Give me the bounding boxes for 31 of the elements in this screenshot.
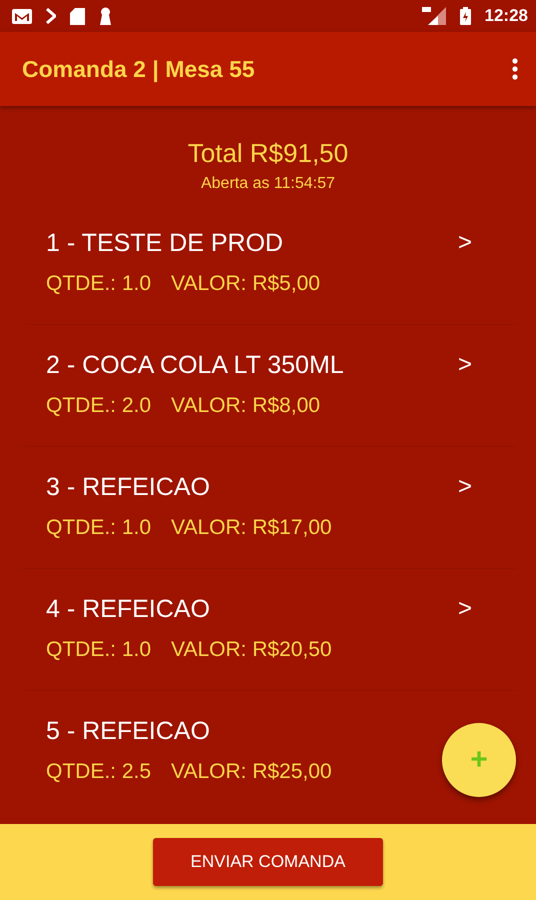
chevron[interactable]: >	[450, 229, 480, 324]
item-quantity: QTDE.: 1.0	[46, 638, 152, 662]
item-title: 5 - REFEICAO	[46, 717, 211, 746]
chevron[interactable]: >	[450, 595, 480, 690]
status-time: 12:28	[484, 6, 528, 26]
chevron[interactable]: >	[450, 351, 480, 446]
item-quantity: QTDE.: 1.0	[46, 272, 152, 296]
send-order-button[interactable]: ENVIAR COMANDA	[153, 838, 383, 886]
mail-icon	[12, 8, 32, 24]
chevron-icon	[46, 8, 56, 24]
item-quantity: QTDE.: 2.5	[46, 760, 152, 784]
order-total: Total R$91,50	[188, 138, 348, 169]
item-quantity: QTDE.: 2.0	[46, 394, 152, 418]
keyhole-icon	[99, 7, 112, 25]
item-quantity: QTDE.: 1.0	[46, 516, 152, 540]
item-value: VALOR: R$25,00	[171, 760, 332, 784]
item-title: 4 - REFEICAO	[46, 595, 211, 624]
item-title: 2 - COCA COLA LT 350ML	[46, 351, 345, 380]
item-value: VALOR: R$20,50	[171, 638, 332, 662]
item-title: 3 - REFEICAO	[46, 473, 211, 502]
menu-icon	[512, 58, 518, 80]
opened-time: Aberta as 11:54:57	[200, 175, 336, 193]
signal-icon	[422, 7, 446, 25]
screen-title: Comanda 2 | Mesa 55	[22, 56, 256, 82]
battery-icon	[460, 7, 471, 25]
chevron[interactable]: >	[450, 473, 480, 568]
item-title: 1 - TESTE DE PROD	[46, 229, 284, 258]
item-value: VALOR: R$17,00	[171, 516, 332, 540]
item-value: VALOR: R$5,00	[171, 272, 320, 296]
item-value: VALOR: R$8,00	[171, 394, 320, 418]
sd-card-icon	[70, 8, 85, 24]
